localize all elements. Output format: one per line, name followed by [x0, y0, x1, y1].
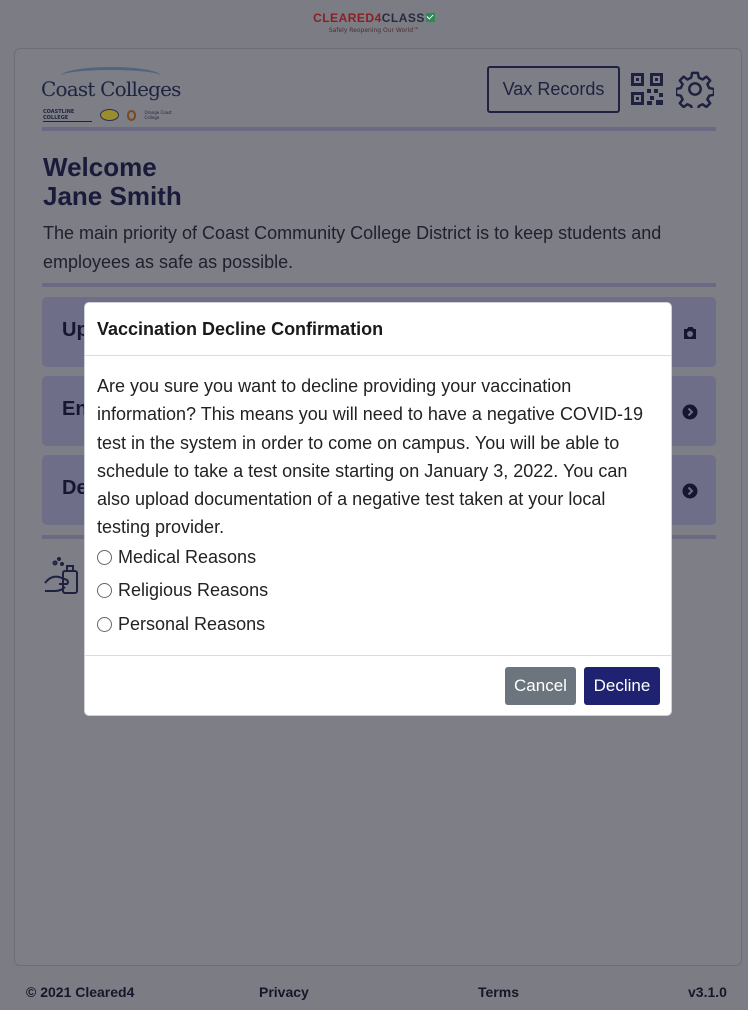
chevron-right-circle-icon: [682, 404, 698, 420]
radio-button[interactable]: [97, 616, 112, 632]
logo-sun-icon: [99, 109, 119, 121]
qr-code-icon[interactable]: [630, 72, 664, 106]
cancel-button[interactable]: Cancel: [505, 667, 576, 705]
brand-check-icon: [425, 13, 435, 22]
radio-medical-reasons[interactable]: Medical Reasons: [97, 546, 256, 568]
hand-sanitizer-icon: [44, 557, 78, 594]
intro-divider: [42, 283, 716, 287]
decline-confirmation-modal: Vaccination Decline Confirmation Are you…: [84, 302, 672, 716]
camera-icon: [684, 327, 696, 339]
user-name: Jane Smith: [43, 181, 182, 211]
intro-text: The main priority of Coast Community Col…: [43, 223, 662, 272]
vax-records-button[interactable]: Vax Records: [487, 66, 620, 113]
footer-version: v3.1.0: [688, 984, 727, 1000]
logo-occ-text: Orange Coast College: [144, 110, 172, 120]
chevron-right-circle-icon: [682, 483, 698, 499]
footer-privacy-link[interactable]: Privacy: [259, 984, 309, 1000]
radio-label: Personal Reasons: [118, 613, 266, 634]
modal-footer-divider: [85, 655, 671, 656]
welcome-line: Welcome: [43, 152, 157, 182]
radio-button[interactable]: [97, 549, 112, 565]
logo-sublogos: COASTLINE COLLEGE Orange Coast College: [43, 107, 181, 123]
logo-occ-icon: [126, 109, 137, 121]
brand-name-part1: CLEARED4: [313, 11, 382, 25]
modal-body-text: Are you sure you want to decline providi…: [97, 376, 643, 538]
decline-button[interactable]: Decline: [584, 667, 660, 705]
radio-religious-reasons[interactable]: Religious Reasons: [97, 579, 268, 601]
modal-header-divider: [85, 355, 671, 356]
brand-name-part2: CLASS: [381, 11, 425, 25]
gear-icon[interactable]: [676, 70, 714, 108]
footer-copyright: © 2021 Cleared4: [26, 984, 135, 1000]
radio-label: Medical Reasons: [118, 546, 257, 567]
header-divider: [42, 127, 716, 131]
coast-colleges-logo: Coast Colleges COASTLINE COLLEGE Orange …: [41, 67, 181, 123]
welcome-heading: Welcome Jane Smith: [43, 153, 182, 211]
logo-title: Coast Colleges: [41, 77, 181, 101]
modal-title: Vaccination Decline Confirmation: [97, 319, 384, 339]
brand-tagline: Safely Reopening Our World™: [328, 27, 420, 34]
footer: © 2021 Cleared4 Privacy Terms v3.1.0: [0, 984, 748, 1002]
radio-button[interactable]: [97, 582, 112, 598]
footer-terms-link[interactable]: Terms: [478, 984, 519, 1000]
radio-label: Religious Reasons: [118, 579, 269, 600]
top-brand-bar: CLEARED4CLASS Safely Reopening Our World…: [0, 0, 748, 44]
cleared4class-logo: CLEARED4CLASS: [0, 11, 748, 25]
radio-personal-reasons[interactable]: Personal Reasons: [97, 613, 265, 635]
logo-coastline: COASTLINE COLLEGE: [43, 109, 92, 122]
